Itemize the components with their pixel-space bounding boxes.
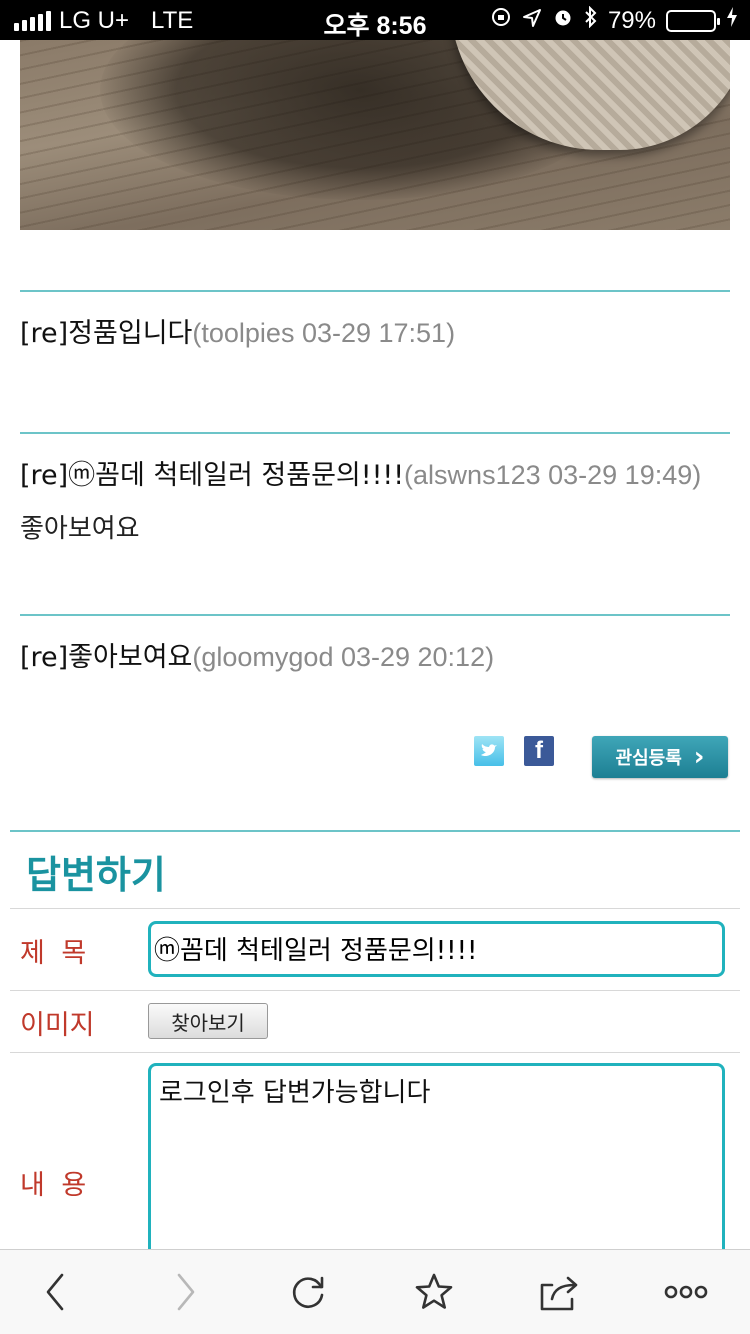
- location-icon: [522, 7, 542, 35]
- reply-heading: 답변하기: [26, 853, 166, 897]
- comment-body: 좋아보여요: [20, 514, 140, 544]
- post-photo: [20, 40, 730, 230]
- bookmark-star-icon[interactable]: [412, 1270, 456, 1314]
- status-bar: LG U+ LTE 오후 8:56 79%: [0, 0, 750, 40]
- comment-item: [re]좋아보여요(gloomygod 03-29 20:12): [20, 614, 730, 675]
- bluetooth-icon: [584, 5, 598, 35]
- twitter-icon[interactable]: [474, 736, 504, 766]
- social-share: f: [474, 736, 554, 766]
- facebook-icon[interactable]: f: [524, 736, 554, 766]
- comment-item: [re]ⓜ꼼데 척테일러 정품문의!!!!(alswns123 03-29 19…: [20, 432, 730, 545]
- forward-icon[interactable]: [163, 1270, 207, 1314]
- comment-title: [re]좋아보여요: [20, 642, 193, 673]
- content-label: 내 용: [20, 1170, 91, 1201]
- alarm-icon: [552, 6, 574, 35]
- battery-percent: 79%: [607, 6, 656, 34]
- more-icon[interactable]: [664, 1270, 708, 1314]
- reply-section: 답변하기 제 목 ⓜ꼼데 척테일러 정품문의!!!! 이미지 찾아보기 내 용 …: [10, 830, 740, 1263]
- comment-meta: (toolpies 03-29 17:51): [192, 318, 456, 348]
- comment-meta: (gloomygod 03-29 20:12): [192, 642, 495, 672]
- back-icon[interactable]: [34, 1270, 78, 1314]
- comment-title: [re]ⓜ꼼데 척테일러 정품문의!!!!: [20, 460, 405, 491]
- charging-icon: [726, 6, 738, 35]
- add-favorite-button[interactable]: 관심등록 ›: [592, 736, 728, 778]
- chevron-right-icon: ›: [693, 742, 705, 772]
- image-row: 이미지 찾아보기: [10, 990, 740, 1052]
- share-icon[interactable]: [538, 1270, 582, 1314]
- browser-toolbar: [0, 1249, 750, 1334]
- comment-meta: (alswns123 03-29 19:49): [404, 460, 702, 490]
- title-row: 제 목 ⓜ꼼데 척테일러 정품문의!!!!: [10, 908, 740, 990]
- content-textarea[interactable]: 로그인후 답변가능합니다: [148, 1063, 725, 1263]
- content-row: 내 용 로그인후 답변가능합니다: [10, 1052, 740, 1263]
- title-label: 제 목: [20, 938, 91, 969]
- title-input[interactable]: ⓜ꼼데 척테일러 정품문의!!!!: [148, 921, 725, 977]
- add-favorite-label: 관심등록: [615, 748, 682, 769]
- reload-icon[interactable]: [287, 1270, 331, 1314]
- battery-icon: [666, 9, 720, 32]
- comment-title: [re]정품입니다: [20, 318, 193, 349]
- browse-button[interactable]: 찾아보기: [148, 1003, 268, 1039]
- image-label: 이미지: [20, 1010, 95, 1041]
- orientation-lock-icon: [490, 6, 512, 35]
- comment-item: [re]정품입니다(toolpies 03-29 17:51): [20, 290, 730, 351]
